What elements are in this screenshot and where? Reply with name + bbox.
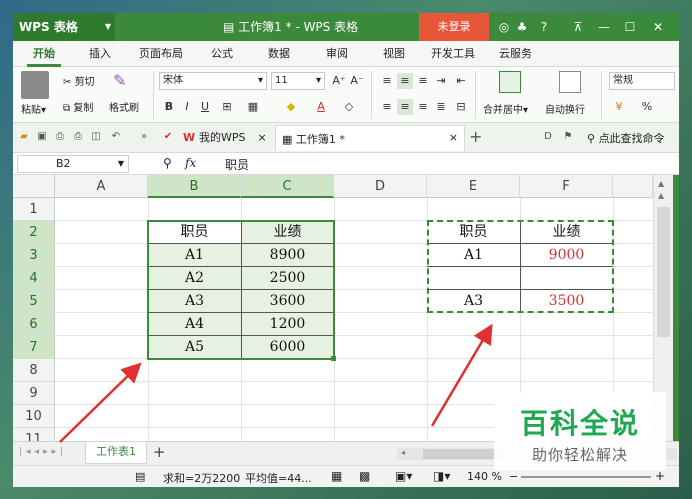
arrow-to-right-table <box>430 323 493 427</box>
watermark-logo: 百科全说 助你轻松解决 <box>494 392 666 470</box>
arrow-to-left-table <box>59 362 142 443</box>
watermark-subtitle: 助你轻松解决 <box>531 446 628 464</box>
watermark-title: 百科全说 <box>519 407 640 440</box>
